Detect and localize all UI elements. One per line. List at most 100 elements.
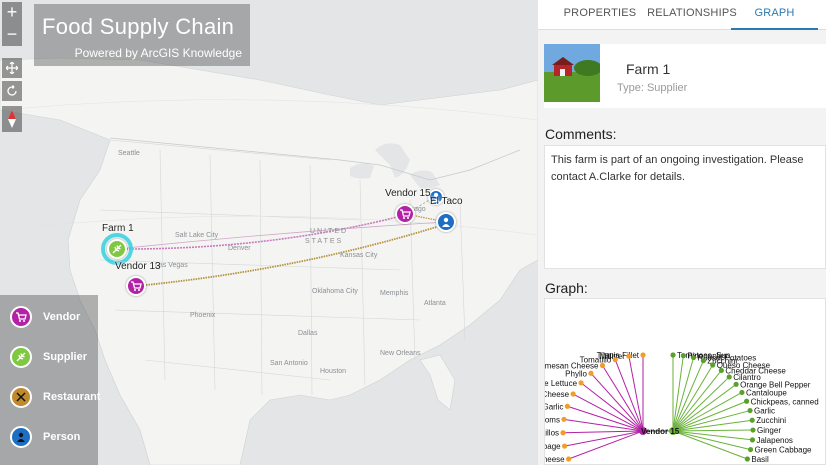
graph-item-label: Cantaloupe	[746, 388, 787, 397]
map-view[interactable]: UNITED STATES Oklahoma City Denver Dalla…	[0, 0, 538, 465]
graph-item-node[interactable]	[566, 456, 572, 462]
geo-label: Denver	[228, 245, 251, 252]
graph-item-node[interactable]	[710, 362, 716, 368]
graph-item-node[interactable]	[640, 352, 646, 358]
graph-item-node[interactable]	[749, 437, 756, 443]
comments-box[interactable]: This farm is part of an ongoing investig…	[544, 145, 826, 269]
geo-label: Oklahoma City	[312, 288, 358, 295]
graph-canvas: Tilapia FilletMillitterTomatilloParmesan…	[545, 351, 819, 464]
geo-label: Kansas City	[340, 252, 378, 259]
wheat-icon	[10, 346, 32, 368]
graph-item-node[interactable]	[626, 353, 632, 359]
tab-properties[interactable]: PROPERTIES	[560, 0, 640, 30]
graph-item-node[interactable]	[670, 352, 676, 358]
zoom-in-button[interactable]: +	[2, 2, 22, 24]
tab-relationships[interactable]: RELATIONSHIPS	[642, 0, 742, 30]
graph-item-node[interactable]	[599, 362, 606, 369]
map-node-person[interactable]	[436, 212, 456, 232]
graph-item-label: Green Cabbage	[545, 442, 561, 451]
graph-item-node[interactable]	[747, 446, 754, 453]
graph-item-label: Tomatillos	[545, 429, 559, 438]
map-node-vendor-13[interactable]	[126, 276, 146, 296]
geo-label: UNITED	[310, 228, 349, 235]
graph-edge	[564, 430, 644, 447]
graph-item-node[interactable]	[747, 407, 753, 414]
graph-item-node[interactable]	[744, 398, 750, 404]
cart-icon	[10, 306, 32, 328]
cart-icon	[400, 209, 411, 219]
cart-icon	[131, 281, 142, 291]
graph-item-label: Swiss Cheese	[545, 455, 565, 464]
map-node-farm-1[interactable]	[107, 239, 127, 259]
legend-item-restaurant[interactable]: Restaurant	[0, 377, 101, 417]
compass-button[interactable]	[2, 106, 22, 132]
geo-label: Dallas	[298, 330, 318, 337]
geo-label: Phoenix	[190, 312, 216, 319]
map-title-panel: Food Supply Chain Powered by ArcGIS Know…	[34, 4, 250, 66]
zoom-out-button[interactable]: −	[2, 24, 22, 46]
app-root: UNITED STATES Oklahoma City Denver Dalla…	[0, 0, 826, 465]
graph-item-label: Garlic	[754, 407, 775, 416]
graph-item-node[interactable]	[564, 403, 570, 409]
graph-edge	[563, 430, 644, 434]
graph-edge	[672, 410, 751, 432]
graph-item-node[interactable]	[561, 416, 567, 422]
entity-name: Farm 1	[626, 61, 671, 77]
graph-item-node[interactable]	[612, 357, 618, 363]
legend: Vendor Supplier Restaurant Person	[0, 295, 101, 465]
graph-item-node[interactable]	[560, 430, 566, 436]
graph-item-node[interactable]	[570, 391, 576, 397]
graph-item-node[interactable]	[739, 389, 745, 396]
geo-label: San Antonio	[270, 360, 308, 367]
legend-label: Restaurant	[43, 391, 101, 403]
tab-graph[interactable]: GRAPH	[731, 0, 818, 30]
graph-item-label: Chickpeas, canned	[751, 397, 819, 406]
graph-item-label: Basil	[751, 455, 769, 464]
graph-item-node[interactable]	[690, 354, 697, 361]
graph-item-node[interactable]	[744, 456, 750, 462]
legend-label: Vendor	[43, 311, 81, 323]
tab-bar: PROPERTIES RELATIONSHIPS GRAPH	[538, 0, 826, 30]
geo-label: STATES	[305, 238, 344, 245]
geo-label: New Orleans	[380, 350, 421, 357]
person-icon	[442, 217, 450, 227]
move-icon	[5, 61, 19, 75]
graph-heading: Graph:	[545, 280, 588, 296]
graph-item-label: Phyllo	[565, 369, 587, 378]
graph-item-label: Green Cabbage	[755, 446, 812, 455]
graph-item-node[interactable]	[680, 353, 686, 359]
utensils-icon	[10, 386, 32, 408]
graph-item-node[interactable]	[726, 374, 732, 380]
entity-thumbnail	[544, 44, 600, 102]
rotate-button[interactable]	[2, 81, 22, 101]
zoom-control: + −	[2, 2, 22, 46]
graph-item-node[interactable]	[733, 381, 739, 387]
pan-button[interactable]	[2, 58, 22, 78]
graph-item-label: Zucchini	[756, 416, 786, 425]
graph-item-label: Jalapenos	[756, 436, 792, 445]
legend-item-vendor[interactable]: Vendor	[0, 297, 98, 337]
relationship-graph[interactable]: Tilapia FilletMillitterTomatilloParmesan…	[544, 298, 826, 465]
map-node-label: Vendor 13	[115, 261, 161, 272]
geo-label: Salt Lake City	[175, 232, 219, 239]
map-node-vendor-15[interactable]	[395, 204, 415, 224]
legend-item-person[interactable]: Person	[0, 417, 98, 457]
graph-item-node[interactable]	[561, 443, 568, 449]
legend-label: Person	[43, 431, 81, 443]
details-panel: PROPERTIES RELATIONSHIPS GRAPH Farm 1 Ty…	[538, 0, 826, 465]
graph-edge	[672, 430, 751, 451]
graph-item-node[interactable]	[700, 358, 706, 364]
graph-item-node[interactable]	[750, 427, 756, 433]
rotate-icon	[7, 85, 17, 96]
geo-label: Houston	[320, 368, 347, 375]
comments-text: This farm is part of an ongoing investig…	[551, 154, 804, 183]
graph-item-node[interactable]	[588, 370, 594, 376]
graph-edge	[568, 430, 644, 460]
graph-item-node[interactable]	[578, 380, 584, 386]
legend-item-supplier[interactable]: Supplier	[0, 337, 98, 377]
graph-item-node[interactable]	[749, 417, 755, 423]
compass-icon	[8, 110, 16, 128]
graph-item-label: Romaine Lettuce	[545, 379, 578, 388]
graph-item-node[interactable]	[718, 367, 724, 374]
map-node-label: Farm 1	[102, 223, 134, 234]
